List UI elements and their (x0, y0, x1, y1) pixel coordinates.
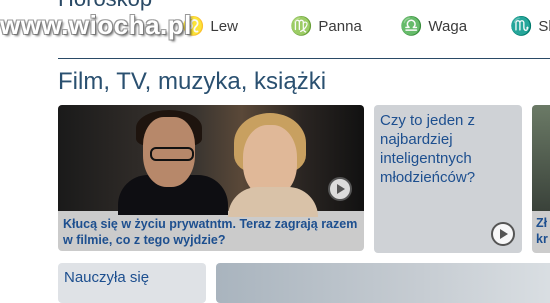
horoscope-sign-scorpio[interactable]: ♏ Sk (510, 14, 550, 38)
horoscope-sign-label: Panna (318, 17, 362, 35)
play-icon[interactable] (328, 177, 352, 201)
horoscope-sign-label: Sk (538, 17, 550, 35)
virgo-icon: ♍ (290, 16, 313, 36)
article-headline[interactable]: Nauczyła się (64, 269, 149, 286)
horoscope-sign-virgo[interactable]: ♍ Panna (290, 14, 362, 38)
article-caption[interactable]: Zł kr (536, 215, 548, 247)
article-headline[interactable]: Czy to jeden z najbardziej inteligentnyc… (380, 111, 510, 187)
article-card-right[interactable]: Zł kr (532, 105, 550, 253)
play-icon[interactable] (491, 222, 515, 246)
section-title[interactable]: Film, TV, muzyka, książki (58, 68, 326, 96)
section-divider (58, 58, 550, 59)
article-caption-line: kr (536, 232, 548, 246)
article-card-main[interactable]: Kłucą się w życiu prywatntm. Teraz zagra… (58, 105, 364, 251)
article-photo[interactable] (532, 105, 550, 211)
article-card-bottom-right[interactable] (216, 263, 550, 303)
photo-figure (228, 187, 318, 217)
horoscope-sign-libra[interactable]: ♎ Waga (400, 14, 467, 38)
article-card-bottom-left[interactable]: Nauczyła się (58, 263, 206, 303)
article-photo[interactable] (58, 105, 364, 217)
watermark: www.wiocha.pl (0, 10, 192, 40)
horoscope-sign-label: Waga (428, 17, 468, 35)
horoscope-sign-label: Lew (210, 17, 238, 35)
photo-figure (150, 147, 194, 161)
scorpio-icon: ♏ (510, 16, 533, 36)
article-caption[interactable]: Kłucą się w życiu prywatntm. Teraz zagra… (63, 216, 359, 248)
libra-icon: ♎ (400, 16, 423, 36)
article-caption-line: Zł (536, 216, 548, 230)
article-card-question[interactable]: Czy to jeden z najbardziej inteligentnyc… (374, 105, 522, 253)
